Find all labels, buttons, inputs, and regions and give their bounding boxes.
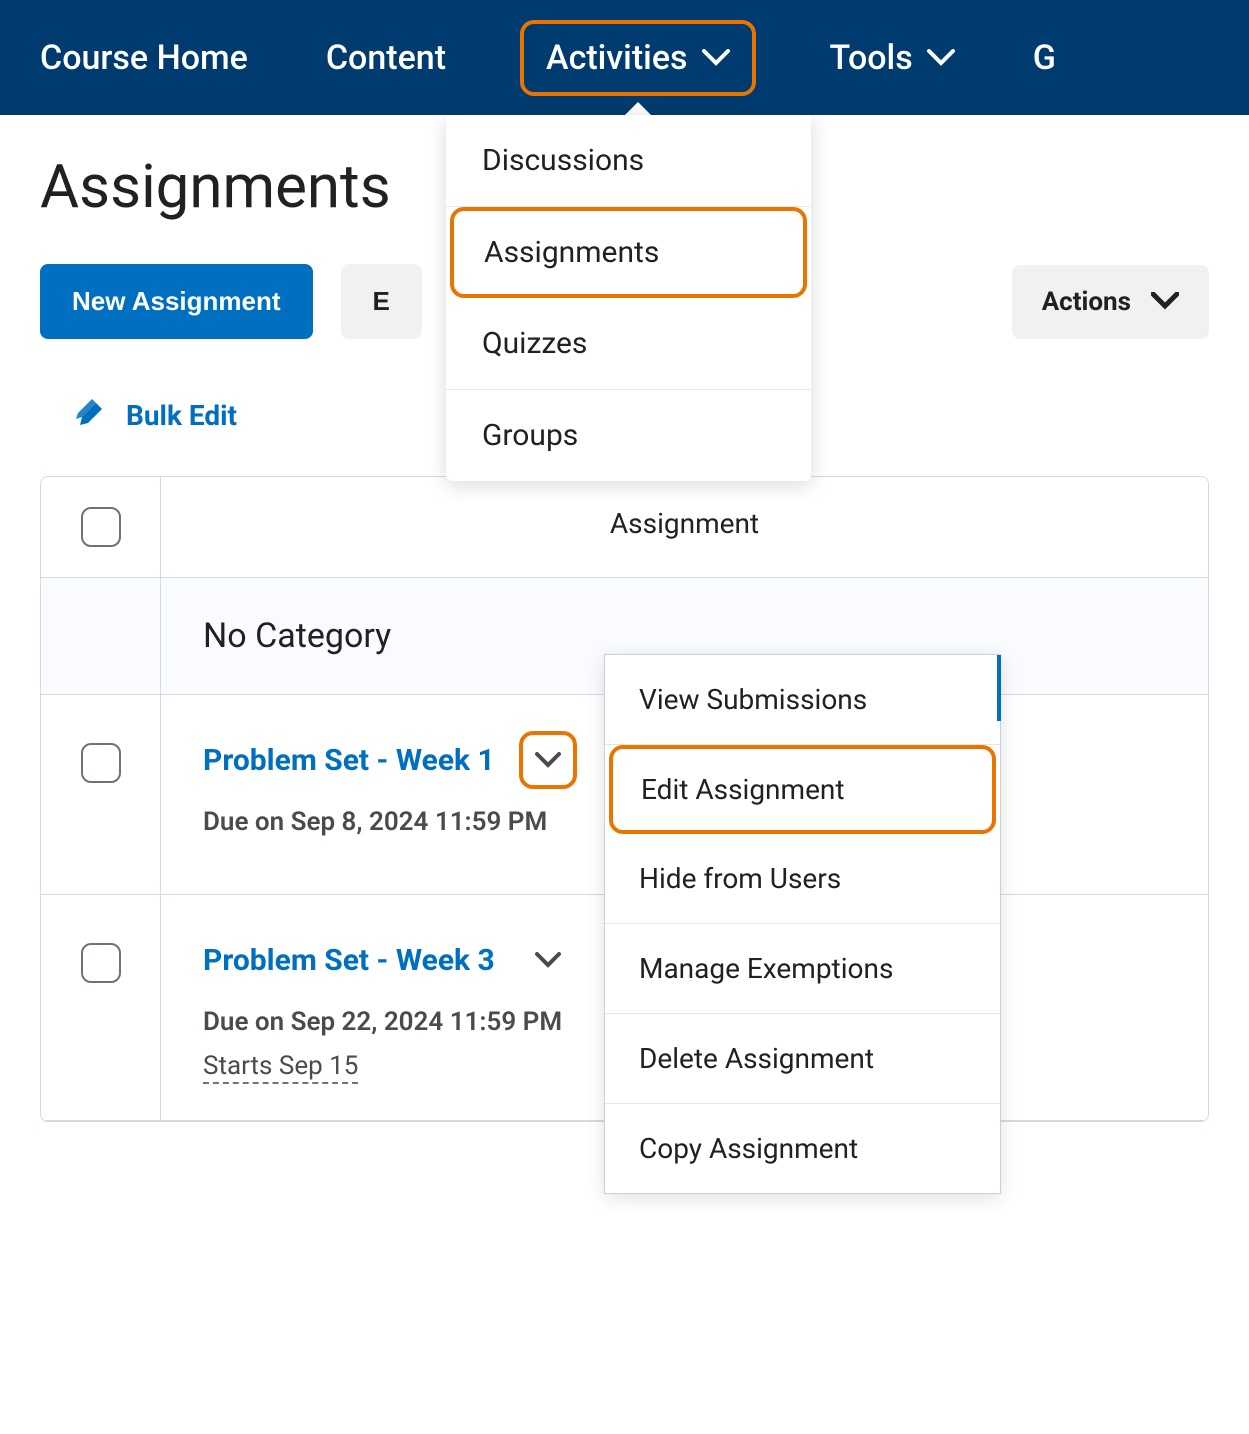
scroll-indicator bbox=[997, 655, 1001, 721]
nav-course-home-label: Course Home bbox=[40, 38, 248, 78]
chevron-down-icon bbox=[702, 49, 730, 67]
context-edit-assignment-label: Edit Assignment bbox=[641, 773, 845, 806]
context-hide-from-users-label: Hide from Users bbox=[639, 862, 841, 895]
context-view-submissions-label: View Submissions bbox=[639, 683, 867, 716]
assignment-link[interactable]: Problem Set - Week 3 bbox=[203, 943, 495, 978]
dropdown-item-discussions[interactable]: Discussions bbox=[446, 115, 811, 207]
context-delete-assignment[interactable]: Delete Assignment bbox=[605, 1014, 1000, 1104]
nav-grades-label: G bbox=[1033, 38, 1056, 78]
context-hide-from-users[interactable]: Hide from Users bbox=[605, 834, 1000, 924]
assignment-context-menu: View Submissions Edit Assignment Hide fr… bbox=[604, 654, 1001, 1194]
chevron-down-icon bbox=[535, 752, 561, 768]
row-checkbox[interactable] bbox=[81, 743, 121, 783]
context-copy-assignment[interactable]: Copy Assignment bbox=[605, 1104, 1000, 1193]
nav-tools-label: Tools bbox=[830, 38, 913, 78]
chevron-down-icon bbox=[535, 952, 561, 968]
dropdown-discussions-label: Discussions bbox=[482, 143, 644, 178]
category-checkbox-cell bbox=[41, 578, 161, 694]
nav-course-home[interactable]: Course Home bbox=[40, 38, 248, 78]
edit-categories-button[interactable]: E bbox=[341, 264, 422, 339]
nav-content-label: Content bbox=[326, 38, 446, 78]
more-actions-button[interactable]: Actions bbox=[1012, 265, 1209, 339]
nav-content[interactable]: Content bbox=[326, 38, 446, 78]
context-edit-assignment[interactable]: Edit Assignment bbox=[609, 745, 996, 834]
more-actions-label: Actions bbox=[1042, 287, 1131, 317]
context-manage-exemptions[interactable]: Manage Exemptions bbox=[605, 924, 1000, 1014]
table-header-row: Assignment bbox=[41, 477, 1208, 578]
dropdown-item-assignments[interactable]: Assignments bbox=[450, 207, 807, 298]
nav-grades[interactable]: G bbox=[1033, 38, 1056, 78]
assignment-actions-toggle[interactable] bbox=[519, 931, 577, 989]
chevron-down-icon bbox=[1151, 287, 1179, 317]
row-checkbox[interactable] bbox=[81, 943, 121, 983]
dropdown-quizzes-label: Quizzes bbox=[482, 326, 587, 361]
assignment-link[interactable]: Problem Set - Week 1 bbox=[203, 743, 495, 778]
select-all-cell bbox=[41, 477, 161, 577]
chevron-down-icon bbox=[927, 49, 955, 67]
context-delete-assignment-label: Delete Assignment bbox=[639, 1042, 874, 1075]
dropdown-item-groups[interactable]: Groups bbox=[446, 390, 811, 481]
dropdown-item-quizzes[interactable]: Quizzes bbox=[446, 298, 811, 390]
activities-dropdown-menu: Discussions Assignments Quizzes Groups bbox=[446, 115, 811, 481]
new-assignment-button[interactable]: New Assignment bbox=[40, 264, 313, 339]
dropdown-assignments-label: Assignments bbox=[484, 235, 659, 270]
column-header-assignment: Assignment bbox=[161, 477, 1208, 577]
nav-activities[interactable]: Activities bbox=[520, 20, 756, 96]
context-manage-exemptions-label: Manage Exemptions bbox=[639, 952, 893, 985]
context-view-submissions[interactable]: View Submissions bbox=[605, 655, 1000, 745]
top-navbar: Course Home Content Activities Tools G bbox=[0, 0, 1249, 115]
nav-activities-label: Activities bbox=[546, 38, 688, 78]
edit-categories-label: E bbox=[373, 286, 390, 317]
bulk-edit-label: Bulk Edit bbox=[126, 399, 237, 432]
nav-tools[interactable]: Tools bbox=[830, 38, 955, 78]
assignment-actions-toggle[interactable] bbox=[519, 731, 577, 789]
assignment-starts-text: Starts Sep 15 bbox=[203, 1051, 358, 1084]
new-assignment-label: New Assignment bbox=[72, 286, 281, 316]
context-copy-assignment-label: Copy Assignment bbox=[639, 1132, 858, 1165]
dropdown-groups-label: Groups bbox=[482, 418, 578, 453]
select-all-checkbox[interactable] bbox=[81, 507, 121, 547]
pencil-icon bbox=[76, 395, 110, 436]
